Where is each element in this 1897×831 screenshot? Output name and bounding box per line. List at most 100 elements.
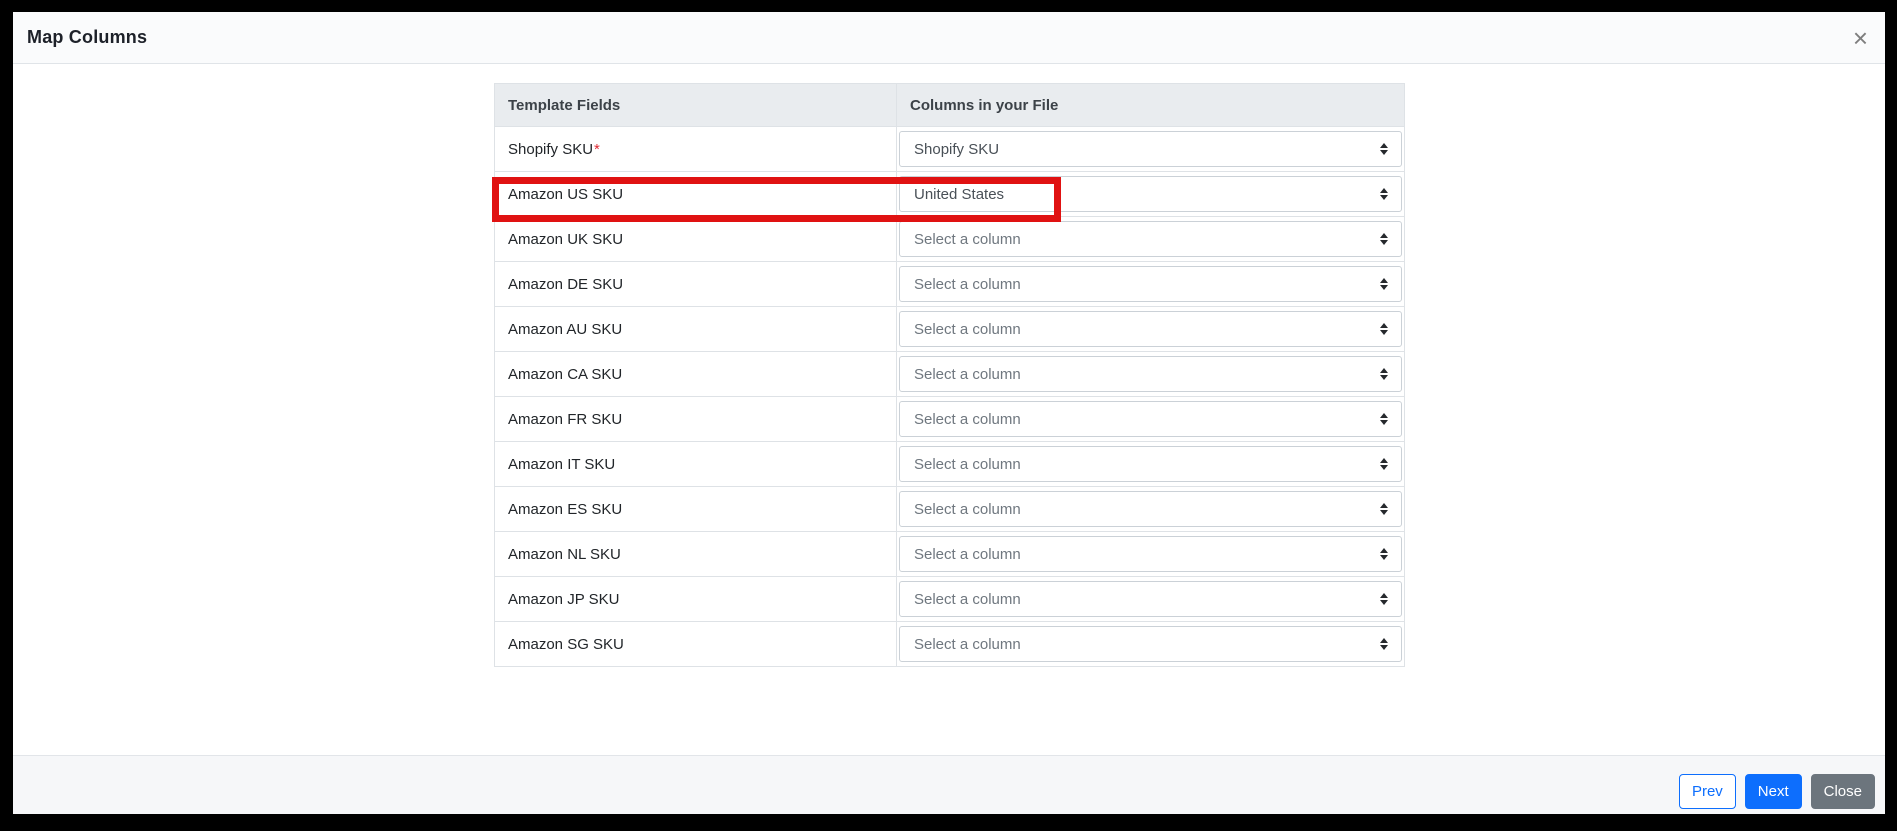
template-field-label: Shopify SKU	[508, 140, 594, 158]
table-row-highlighted: Amazon US SKU United States	[494, 171, 1405, 217]
column-select-value: Select a column	[914, 275, 1021, 293]
column-select-value: Select a column	[914, 635, 1021, 653]
required-asterisk: *	[594, 140, 600, 158]
template-field-label: Amazon FR SKU	[508, 410, 623, 428]
table-row: Amazon CA SKU Select a column	[494, 351, 1405, 397]
template-field-cell: Amazon DE SKU	[494, 261, 897, 307]
template-field-cell: Shopify SKU*	[494, 126, 897, 172]
table-header-row: Template Fields Columns in your File	[494, 83, 1405, 127]
modal-title: Map Columns	[27, 27, 148, 47]
file-column-cell: Select a column	[896, 261, 1405, 307]
template-field-label: Amazon SG SKU	[508, 635, 624, 653]
template-field-label: Amazon ES SKU	[508, 500, 623, 518]
column-select-dropdown[interactable]: Select a column	[899, 446, 1402, 482]
column-select-value: Select a column	[914, 455, 1021, 473]
column-select-dropdown[interactable]: Select a column	[899, 581, 1402, 617]
file-column-cell: Select a column	[896, 441, 1405, 487]
column-select-value: Select a column	[914, 320, 1021, 338]
file-column-cell: Select a column	[896, 216, 1405, 262]
column-select-dropdown[interactable]: Select a column	[899, 536, 1402, 572]
template-field-label: Amazon IT SKU	[508, 455, 616, 473]
table-row: Shopify SKU* Shopify SKU	[494, 126, 1405, 172]
column-select-dropdown[interactable]: Select a column	[899, 356, 1402, 392]
select-expand-icon	[1380, 278, 1388, 290]
table-row: Amazon UK SKU Select a column	[494, 216, 1405, 262]
map-columns-modal: Map Columns × Template Fields Columns in…	[13, 12, 1885, 814]
template-field-cell: Amazon SG SKU	[494, 621, 897, 667]
column-select-value: Select a column	[914, 230, 1021, 248]
template-field-label: Amazon UK SKU	[508, 230, 624, 248]
column-mapping-table: Template Fields Columns in your File Sho…	[494, 83, 1405, 667]
template-field-cell: Amazon JP SKU	[494, 576, 897, 622]
table-row: Amazon IT SKU Select a column	[494, 441, 1405, 487]
table-row: Amazon AU SKU Select a column	[494, 306, 1405, 352]
select-expand-icon	[1380, 458, 1388, 470]
footer-buttons: Prev Next Close	[1678, 773, 1875, 809]
template-field-cell: Amazon US SKU	[494, 171, 897, 217]
column-select-dropdown[interactable]: United States	[899, 176, 1402, 212]
template-field-cell: Amazon FR SKU	[494, 396, 897, 442]
column-select-dropdown[interactable]: Select a column	[899, 401, 1402, 437]
modal-close-button[interactable]: ×	[1853, 25, 1868, 51]
table-row: Amazon JP SKU Select a column	[494, 576, 1405, 622]
file-column-cell: Select a column	[896, 486, 1405, 532]
file-column-cell: Select a column	[896, 396, 1405, 442]
table-row: Amazon DE SKU Select a column	[494, 261, 1405, 307]
file-column-cell: Shopify SKU	[896, 126, 1405, 172]
table-header-file-columns: Columns in your File	[896, 83, 1405, 127]
table-row: Amazon NL SKU Select a column	[494, 531, 1405, 577]
column-select-dropdown[interactable]: Select a column	[899, 626, 1402, 662]
select-expand-icon	[1380, 143, 1388, 155]
file-column-cell: Select a column	[896, 621, 1405, 667]
column-select-value: Select a column	[914, 545, 1021, 563]
modal-footer: Prev Next Close	[13, 755, 1885, 814]
file-column-cell: Select a column	[896, 351, 1405, 397]
column-select-value: Select a column	[914, 365, 1021, 383]
template-field-label: Amazon US SKU	[508, 185, 624, 203]
modal-header: Map Columns ×	[13, 12, 1885, 64]
close-button[interactable]: Close	[1810, 773, 1875, 809]
select-expand-icon	[1380, 503, 1388, 515]
select-expand-icon	[1380, 233, 1388, 245]
select-expand-icon	[1380, 413, 1388, 425]
table-row: Amazon FR SKU Select a column	[494, 396, 1405, 442]
file-column-cell: Select a column	[896, 576, 1405, 622]
select-expand-icon	[1380, 593, 1388, 605]
file-column-cell: Select a column	[896, 306, 1405, 352]
select-expand-icon	[1380, 368, 1388, 380]
table-row: Amazon SG SKU Select a column	[494, 621, 1405, 667]
column-select-dropdown[interactable]: Select a column	[899, 266, 1402, 302]
close-icon: ×	[1852, 22, 1868, 53]
template-field-cell: Amazon AU SKU	[494, 306, 897, 352]
next-button[interactable]: Next	[1744, 773, 1802, 809]
select-expand-icon	[1380, 323, 1388, 335]
select-expand-icon	[1380, 548, 1388, 560]
column-select-value: Select a column	[914, 500, 1021, 518]
column-select-dropdown[interactable]: Select a column	[899, 311, 1402, 347]
screenshot-frame: Map Columns × Template Fields Columns in…	[0, 0, 1897, 831]
column-mapping-table-wrap: Template Fields Columns in your File Sho…	[492, 83, 1405, 667]
column-select-dropdown[interactable]: Select a column	[899, 221, 1402, 257]
column-select-dropdown[interactable]: Select a column	[899, 491, 1402, 527]
column-select-dropdown[interactable]: Shopify SKU	[899, 131, 1402, 167]
template-field-cell: Amazon ES SKU	[494, 486, 897, 532]
select-expand-icon	[1380, 188, 1388, 200]
template-field-label: Amazon AU SKU	[508, 320, 623, 338]
prev-button[interactable]: Prev	[1678, 773, 1736, 809]
column-select-value: Select a column	[914, 410, 1021, 428]
column-select-value: United States	[914, 185, 1005, 203]
template-field-cell: Amazon NL SKU	[494, 531, 897, 577]
table-header-template-fields: Template Fields	[494, 83, 897, 127]
template-field-label: Amazon DE SKU	[508, 275, 624, 293]
file-column-cell: Select a column	[896, 531, 1405, 577]
column-select-value: Select a column	[914, 590, 1021, 608]
template-field-label: Amazon JP SKU	[508, 590, 620, 608]
file-column-cell: United States	[896, 171, 1405, 217]
table-row: Amazon ES SKU Select a column	[494, 486, 1405, 532]
modal-body: Template Fields Columns in your File Sho…	[13, 64, 1885, 755]
mapping-table-body: Shopify SKU* Shopify SKU Amazon US SKU U…	[494, 126, 1405, 667]
template-field-cell: Amazon CA SKU	[494, 351, 897, 397]
select-expand-icon	[1380, 638, 1388, 650]
template-field-label: Amazon NL SKU	[508, 545, 621, 563]
template-field-cell: Amazon IT SKU	[494, 441, 897, 487]
